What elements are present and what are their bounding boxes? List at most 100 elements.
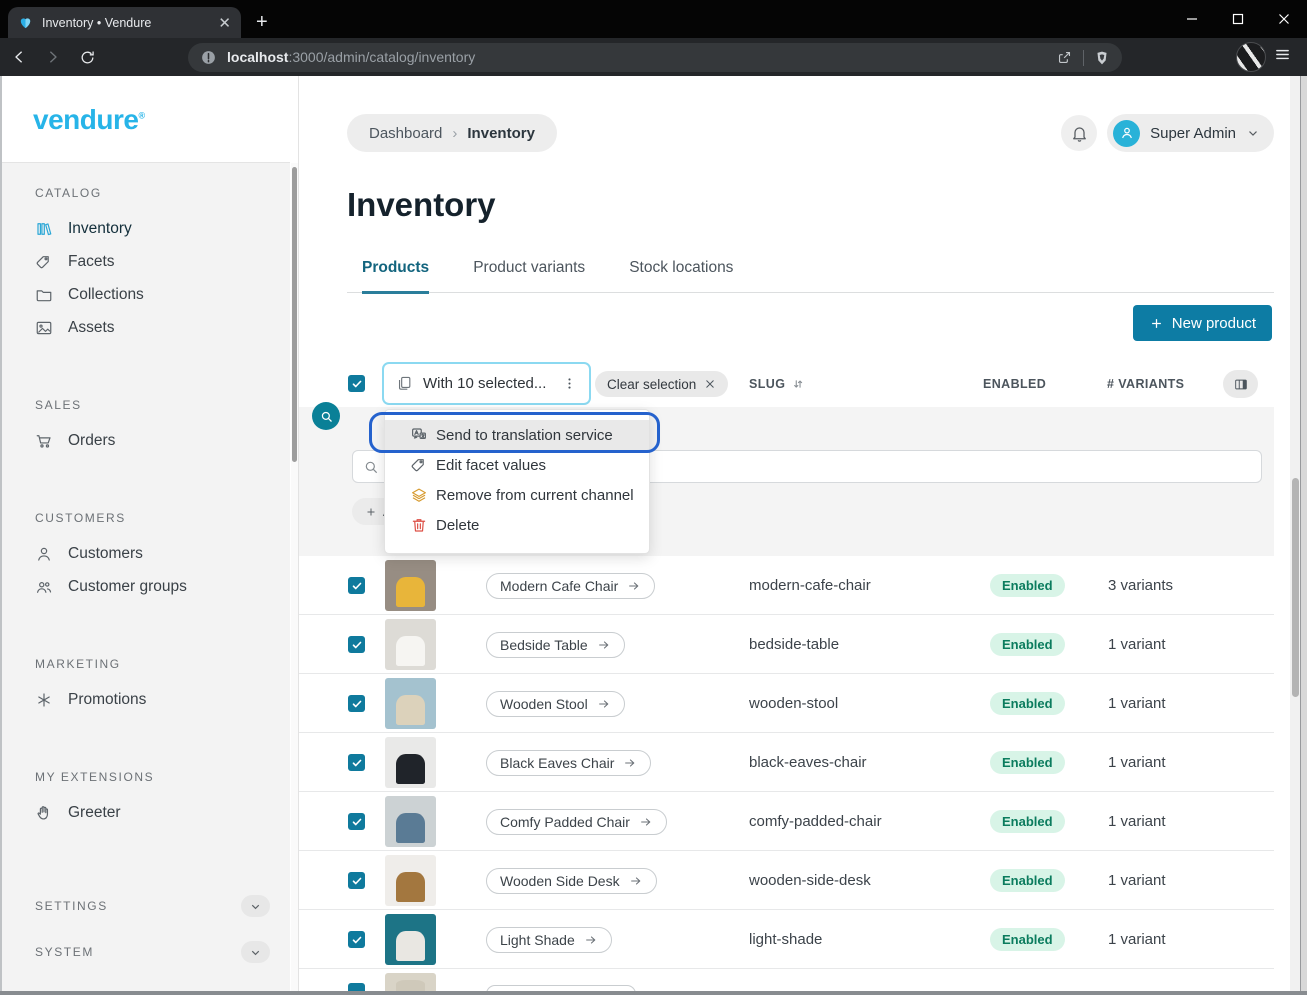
product-name-pill[interactable]: Light Shade [486,927,612,953]
sort-icon[interactable] [791,377,805,391]
row-checkbox[interactable] [348,983,365,991]
sidebar-section-label: CUSTOMERS [35,511,290,525]
row-checkbox[interactable] [348,754,365,771]
page-scrollbar[interactable] [1290,76,1300,991]
new-tab-button[interactable]: + [256,12,268,32]
column-settings-button[interactable] [1223,370,1258,398]
menu-item-delete[interactable]: Delete [385,510,649,540]
product-name-pill[interactable]: Comfy Padded Chair [486,809,667,835]
menu-item-remove-from-current-channel[interactable]: Remove from current channel [385,480,649,510]
product-name-pill[interactable]: Wooden Side Desk [486,868,657,894]
vendure-favicon-icon [18,15,33,30]
plus-icon [1149,316,1164,331]
product-thumbnail [385,796,436,847]
variant-count: 1 variant [1108,695,1166,712]
menu-item-edit-facet-values[interactable]: Edit facet values [385,450,649,480]
sidebar-item-label: Facets [68,253,115,271]
clear-selection-button[interactable]: Clear selection [595,371,728,397]
sidebar-item-facets[interactable]: Facets [35,245,290,278]
user-menu[interactable]: Super Admin [1107,114,1274,152]
table-row: Light Shadelight-shadeEnabled1 variant [299,910,1274,969]
notifications-button[interactable] [1061,115,1097,151]
user-icon [35,545,53,563]
quick-search-button[interactable] [312,402,340,430]
sidebar-scrollbar-thumb[interactable] [292,167,297,462]
asterisk-icon [35,691,53,709]
product-name-pill[interactable]: Black Eaves Chair [486,750,651,776]
window-minimize-button[interactable] [1169,0,1215,38]
bulk-actions-button[interactable]: With 10 selected... [382,362,591,405]
chevron-down-icon[interactable] [241,895,270,917]
column-header-slug[interactable]: SLUG [749,377,805,391]
new-product-button[interactable]: New product [1133,305,1272,341]
tab-close-icon[interactable]: ✕ [218,14,231,32]
tab-stock-locations[interactable]: Stock locations [629,259,733,292]
product-slug: modern-cafe-chair [749,577,871,594]
column-header-enabled[interactable]: ENABLED [983,377,1046,391]
breadcrumb-dashboard[interactable]: Dashboard [369,125,442,142]
sidebar-item-customers[interactable]: Customers [35,537,290,570]
share-icon[interactable] [1056,49,1073,66]
sidebar-section-settings[interactable]: SETTINGS [35,883,290,929]
window-maximize-button[interactable] [1215,0,1261,38]
row-checkbox[interactable] [348,577,365,594]
menu-item-send-to-translation-service[interactable]: Send to translation service [385,420,649,450]
arrow-right-icon [629,874,643,888]
menu-item-label: Remove from current channel [436,487,634,504]
product-name: Black Eaves Chair [500,755,614,771]
product-slug: wooden-stool [749,695,838,712]
reload-button[interactable] [72,42,102,72]
sidebar-item-promotions[interactable]: Promotions [35,683,290,716]
table-row: Wooden Stoolwooden-stoolEnabled1 variant [299,674,1274,733]
product-slug: light-shade [749,931,822,948]
window-close-button[interactable] [1261,0,1307,38]
sidebar-item-assets[interactable]: Assets [35,311,290,344]
row-checkbox[interactable] [348,695,365,712]
tab-title: Inventory • Vendure [42,16,209,30]
sidebar-scrollbar[interactable] [291,163,298,991]
tab-products[interactable]: Products [362,259,429,294]
sidebar-item-customer-groups[interactable]: Customer groups [35,570,290,603]
sidebar-item-inventory[interactable]: Inventory [35,212,290,245]
product-thumbnail [385,560,436,611]
arrow-right-icon [584,933,598,947]
sidebar-section-catalog: CATALOGInventoryFacetsCollectionsAssets [35,186,290,344]
column-header-variants[interactable]: # VARIANTS [1107,377,1184,391]
url-bar[interactable]: localhost:3000/admin/catalog/inventory [188,43,1122,72]
menu-item-label: Send to translation service [436,427,613,444]
forward-button[interactable] [38,42,68,72]
row-checkbox[interactable] [348,931,365,948]
tag-icon [35,253,53,271]
enabled-badge: Enabled [990,810,1065,833]
site-info-icon[interactable] [200,49,217,66]
tab-product-variants[interactable]: Product variants [473,259,585,292]
bulk-actions-dropdown: Send to translation service Edit facet va… [384,409,650,554]
breadcrumb-chevron-icon: › [452,125,457,142]
browser-profile-avatar[interactable] [1236,42,1266,72]
url-path: :3000/admin/catalog/inventory [288,49,475,65]
brave-shield-icon[interactable] [1094,49,1110,67]
browser-tab[interactable]: Inventory • Vendure ✕ [8,7,241,38]
breadcrumb-inventory: Inventory [467,125,535,142]
select-all-checkbox[interactable] [348,375,365,392]
page-scrollbar-thumb[interactable] [1292,478,1299,697]
product-name-pill[interactable]: Modern Cafe Chair [486,573,655,599]
variant-count: 3 variants [1108,577,1173,594]
sidebar-item-orders[interactable]: Orders [35,424,290,457]
chevron-down-icon[interactable] [241,941,270,963]
product-name-pill[interactable] [486,985,636,991]
row-checkbox[interactable] [348,872,365,889]
sidebar-section-system[interactable]: SYSTEM [35,929,290,975]
sidebar-item-label: Promotions [68,691,146,709]
browser-menu-icon[interactable] [1274,46,1291,63]
product-name-pill[interactable]: Bedside Table [486,632,625,658]
vendure-logo: vendure® [2,76,298,136]
users-icon [35,578,53,596]
row-checkbox[interactable] [348,813,365,830]
product-name-pill[interactable]: Wooden Stool [486,691,625,717]
enabled-badge: Enabled [990,869,1065,892]
sidebar-item-collections[interactable]: Collections [35,278,290,311]
row-checkbox[interactable] [348,636,365,653]
back-button[interactable] [4,42,34,72]
sidebar-item-greeter[interactable]: Greeter [35,796,290,829]
